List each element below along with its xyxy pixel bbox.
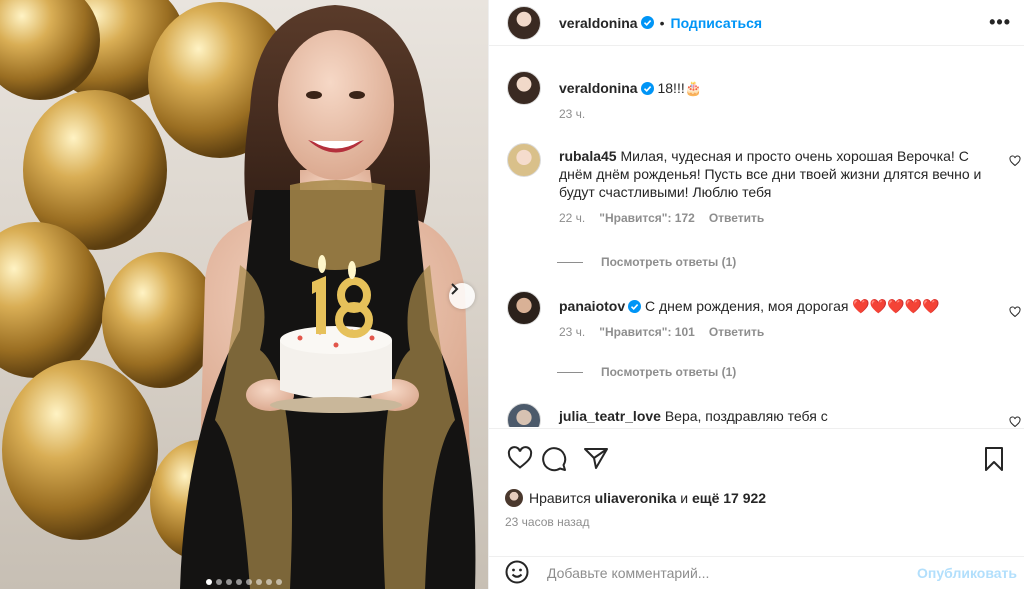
share-icon[interactable] — [583, 446, 609, 473]
comment-username[interactable]: panaiotov — [559, 298, 625, 314]
carousel-dots — [206, 579, 282, 585]
comment-like-heart-icon[interactable] — [1009, 154, 1021, 167]
verified-icon — [640, 81, 654, 95]
author-avatar[interactable] — [507, 5, 541, 40]
commenter-avatar[interactable] — [507, 403, 541, 427]
comment-likes[interactable]: "Нравится": 101 — [599, 323, 695, 341]
comment-text: Милая, чудесная и просто очень хорошая В… — [559, 148, 982, 200]
comment-username[interactable]: julia_teatr_love — [559, 408, 661, 424]
likes-count[interactable]: ещё 17 922 — [692, 490, 766, 506]
comment-time: 22 ч. — [559, 211, 586, 225]
comment-like-heart-icon[interactable] — [1009, 305, 1021, 318]
post-details-panel: veraldonina • Подписаться ••• veraldonin… — [488, 0, 1024, 589]
heart-icon[interactable] — [507, 446, 533, 473]
post-header: veraldonina • Подписаться ••• — [489, 0, 1024, 46]
replies-line — [557, 261, 583, 263]
post-actions — [489, 428, 1024, 490]
comment-likes[interactable]: "Нравится": 172 — [599, 209, 695, 227]
publish-button[interactable]: Опубликовать — [917, 565, 1017, 581]
liker-avatar — [505, 489, 523, 507]
author-avatar[interactable] — [507, 71, 541, 105]
next-photo-button[interactable] — [449, 283, 475, 309]
likes-prefix: Нравится — [529, 490, 591, 506]
comment-like-heart-icon[interactable] — [1009, 415, 1021, 427]
caption-time: 23 ч. — [559, 107, 586, 121]
caption: veraldonina 18!!!🎂 23 ч. — [507, 71, 991, 123]
carousel-dot — [206, 579, 212, 585]
add-comment-bar: Добавьте комментарий... Опубликовать — [489, 556, 1024, 589]
comment-text: Вера, поздравляю тебя с — [664, 408, 828, 424]
view-replies-label: Посмотреть ответы (1) — [601, 255, 737, 269]
comments-list: veraldonina 18!!!🎂 23 ч. rubala45 Милая,… — [489, 47, 1024, 427]
post-photo — [0, 0, 488, 589]
header-separator: • — [659, 14, 665, 31]
commenter-avatar[interactable] — [507, 143, 541, 177]
reply-button[interactable]: Ответить — [709, 323, 764, 341]
post-time: 23 часов назад — [505, 515, 590, 529]
post-viewer: veraldonina • Подписаться ••• veraldonin… — [0, 0, 1024, 589]
comment-text: С днем рождения, моя дорогая ❤️❤️❤️❤️❤️ — [645, 298, 940, 314]
carousel-dot — [246, 579, 252, 585]
comment-item: rubala45 Милая, чудесная и просто очень … — [507, 143, 991, 227]
replies-line — [557, 371, 583, 373]
caption-username[interactable]: veraldonina — [559, 80, 638, 96]
caption-text: 18!!!🎂 — [657, 80, 703, 96]
liker-username[interactable]: uliaveronika — [595, 490, 677, 506]
carousel-dot — [216, 579, 222, 585]
commenter-avatar[interactable] — [507, 291, 541, 325]
view-replies-button[interactable]: Посмотреть ответы (1) — [557, 255, 736, 269]
carousel-dot — [256, 579, 262, 585]
carousel-dot — [276, 579, 282, 585]
comment-username[interactable]: rubala45 — [559, 148, 617, 164]
verified-icon — [628, 299, 642, 313]
more-options-button[interactable]: ••• — [989, 12, 1011, 33]
follow-button[interactable]: Подписаться — [671, 15, 763, 31]
view-replies-button[interactable]: Посмотреть ответы (1) — [557, 365, 736, 379]
comment-time: 23 ч. — [559, 325, 586, 339]
carousel-dot — [226, 579, 232, 585]
comment-item: panaiotov С днем рождения, моя дорогая ❤… — [507, 291, 991, 341]
likes-summary[interactable]: Нравится uliaveronika и ещё 17 922 — [505, 489, 766, 507]
comment-item: julia_teatr_love Вера, поздравляю тебя с — [507, 403, 991, 427]
bookmark-icon[interactable] — [983, 446, 1005, 475]
carousel-dot — [236, 579, 242, 585]
carousel-dot — [266, 579, 272, 585]
likes-joiner: и — [680, 490, 689, 506]
comment-icon[interactable] — [541, 446, 567, 475]
author-username[interactable]: veraldonina — [559, 15, 638, 31]
photo-illustration — [0, 0, 476, 589]
view-replies-label: Посмотреть ответы (1) — [601, 365, 737, 379]
comment-input[interactable]: Добавьте комментарий... — [547, 565, 917, 581]
reply-button[interactable]: Ответить — [709, 209, 764, 227]
verified-icon — [640, 16, 654, 29]
emoji-icon[interactable] — [505, 560, 529, 587]
